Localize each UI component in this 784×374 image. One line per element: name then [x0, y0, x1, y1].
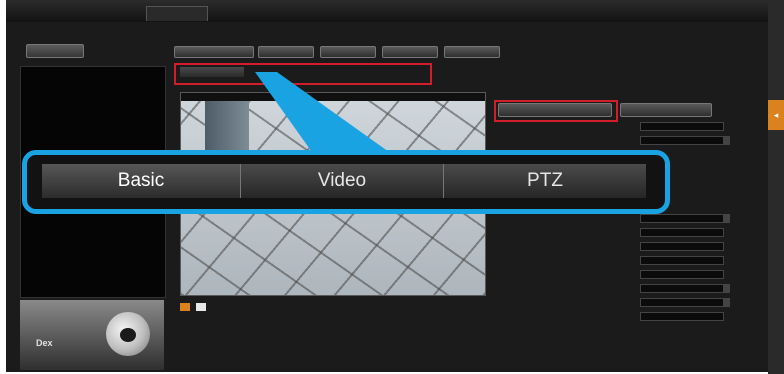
- setting-value-5[interactable]: [640, 242, 724, 251]
- setting-value-3[interactable]: [640, 214, 724, 223]
- top-tab-2[interactable]: [76, 6, 128, 20]
- top-menu-bar: [6, 0, 768, 23]
- snapshot-icon[interactable]: [196, 303, 207, 311]
- top-tab-1[interactable]: [10, 6, 62, 20]
- top-tab-5[interactable]: [286, 6, 338, 20]
- toolbar-button-4[interactable]: [382, 46, 438, 58]
- setting-value-8[interactable]: [640, 284, 724, 293]
- video-controls: [180, 298, 208, 316]
- setting-value-6[interactable]: [640, 256, 724, 265]
- big-tab-basic[interactable]: Basic: [42, 164, 240, 198]
- settings-primary-button[interactable]: [498, 103, 612, 117]
- setting-value-9[interactable]: [640, 298, 724, 307]
- top-tab-6[interactable]: [352, 6, 404, 20]
- big-tab-ptz[interactable]: PTZ: [444, 164, 646, 198]
- top-tab-7[interactable]: [418, 6, 470, 20]
- top-tab-4[interactable]: [220, 6, 272, 20]
- record-icon[interactable]: [180, 303, 190, 311]
- camera-illustration: Dex: [20, 300, 164, 370]
- toolbar-button-5[interactable]: [444, 46, 500, 58]
- toolbar-button-3[interactable]: [320, 46, 376, 58]
- big-tab-video[interactable]: Video: [241, 164, 443, 198]
- setting-value-2[interactable]: [640, 136, 724, 145]
- setting-spinner-2[interactable]: [724, 136, 730, 145]
- zoom-callout-arrow: [255, 72, 403, 162]
- top-tab-8[interactable]: [484, 6, 536, 20]
- top-tab-3-active[interactable]: [146, 6, 208, 21]
- toolbar-button-1[interactable]: [174, 46, 254, 58]
- expand-panel-tab[interactable]: ◂: [768, 100, 784, 130]
- setting-value-10[interactable]: [640, 312, 724, 321]
- setting-value-4[interactable]: [640, 228, 724, 237]
- setting-value-7[interactable]: [640, 270, 724, 279]
- toolbar-button-2[interactable]: [258, 46, 314, 58]
- screenshot-frame: ◂ Dex Basic Video PTZ: [0, 0, 784, 374]
- settings-secondary-button[interactable]: [620, 103, 712, 117]
- setting-spinner-8[interactable]: [724, 284, 730, 293]
- setting-spinner-9[interactable]: [724, 298, 730, 307]
- sidebar-button[interactable]: [26, 44, 84, 58]
- right-scroll-strip: [768, 0, 784, 374]
- camera-lens-icon: [120, 328, 136, 342]
- setting-value-1[interactable]: [640, 122, 724, 131]
- small-tab-basic[interactable]: [180, 67, 244, 77]
- setting-spinner-3[interactable]: [724, 214, 730, 223]
- camera-logo-text: Dex: [36, 338, 53, 348]
